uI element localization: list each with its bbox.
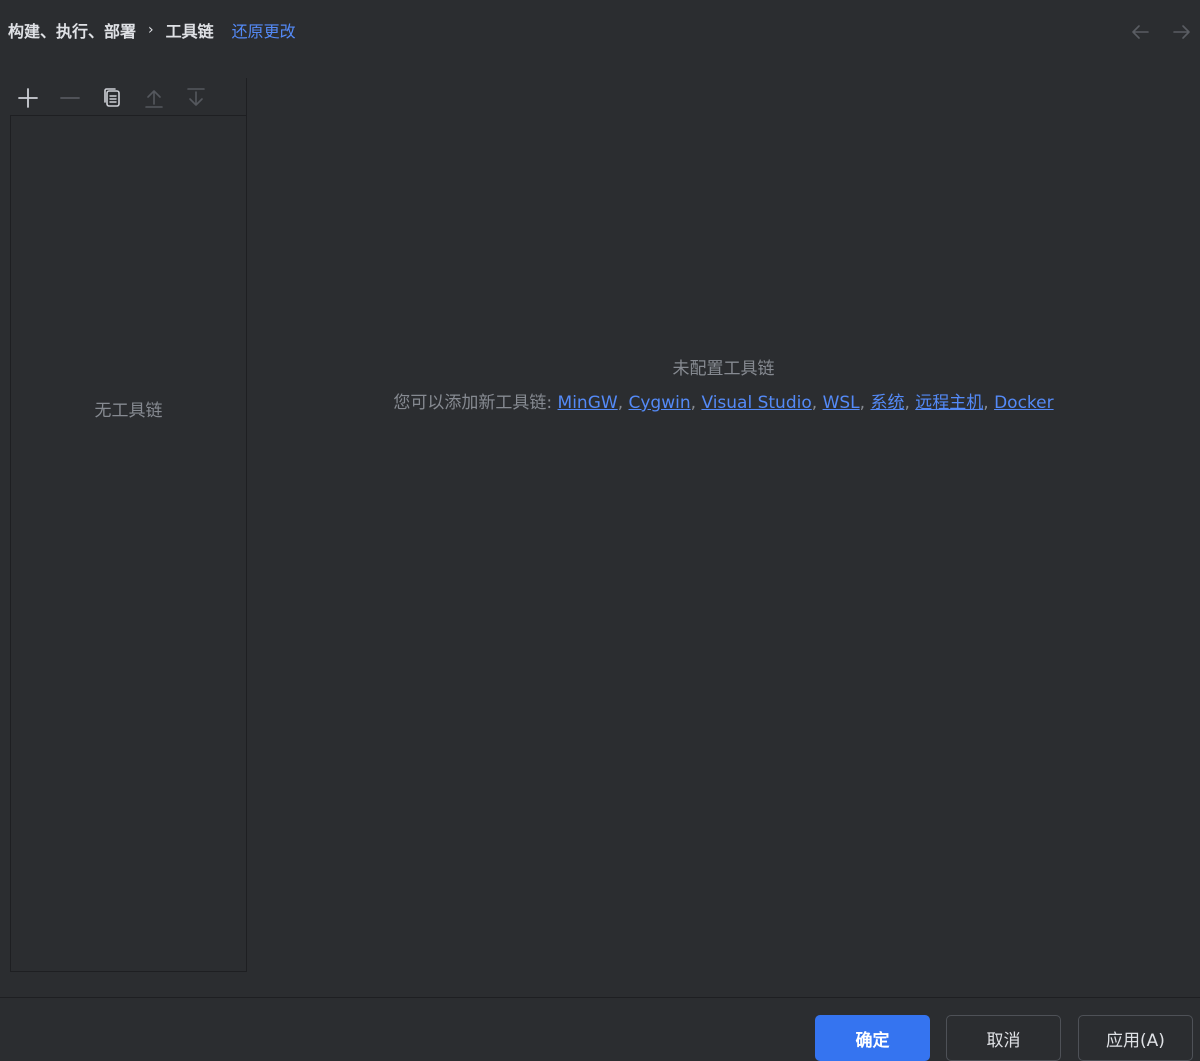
toolbar-divider [246,78,247,116]
copy-icon [100,86,124,110]
link-separator: , [617,393,629,413]
nav-arrows [1128,20,1194,44]
move-down-icon [184,86,208,110]
move-down-button[interactable] [178,82,214,114]
link-separator: , [811,393,823,413]
breadcrumb-parent[interactable]: 构建、执行、部署 [8,18,136,42]
arrow-left-icon[interactable] [1128,20,1152,44]
empty-state-title: 未配置工具链 [672,359,775,379]
add-visual-studio-link[interactable]: Visual Studio [701,393,811,413]
reset-changes-link[interactable]: 还原更改 [232,18,296,42]
footer-divider [0,997,1200,998]
toolchain-toolbar [10,80,246,116]
link-separator: , [690,393,702,413]
move-up-button[interactable] [136,82,172,114]
breadcrumb-current: 工具链 [165,22,214,41]
empty-state-desc: 您可以添加新工具链: MinGW, Cygwin, Visual Studio,… [247,390,1200,416]
link-separator: , [904,393,916,413]
move-up-icon [142,86,166,110]
link-separator: , [983,393,995,413]
cancel-button[interactable]: 取消 [946,1015,1061,1061]
apply-button[interactable]: 应用(A) [1078,1015,1193,1061]
list-empty-text: 无工具链 [94,401,163,421]
add-icon [16,86,40,110]
remove-button[interactable] [52,82,88,114]
breadcrumb: 构建、执行、部署 › 工具链 还原更改 [8,18,296,42]
add-docker-link[interactable]: Docker [994,393,1054,413]
add-cygwin-link[interactable]: Cygwin [629,393,691,413]
toolchain-list[interactable]: 无工具链 [10,115,247,972]
add-mingw-link[interactable]: MinGW [558,393,618,413]
add-remote-host-link[interactable]: 远程主机 [915,393,983,413]
add-button[interactable] [10,82,46,114]
ok-button[interactable]: 确定 [815,1015,930,1061]
settings-header: 构建、执行、部署 › 工具链 还原更改 [0,0,1200,60]
add-system-link[interactable]: 系统 [870,393,904,413]
copy-button[interactable] [94,82,130,114]
add-wsl-link[interactable]: WSL [823,393,860,413]
remove-icon [58,86,82,110]
empty-state: 未配置工具链 您可以添加新工具链: MinGW, Cygwin, Visual … [247,356,1200,416]
link-separator: , [859,393,871,413]
breadcrumb-separator-icon: › [148,22,154,38]
empty-state-desc-prefix: 您可以添加新工具链: [393,393,558,413]
arrow-right-icon[interactable] [1170,20,1194,44]
